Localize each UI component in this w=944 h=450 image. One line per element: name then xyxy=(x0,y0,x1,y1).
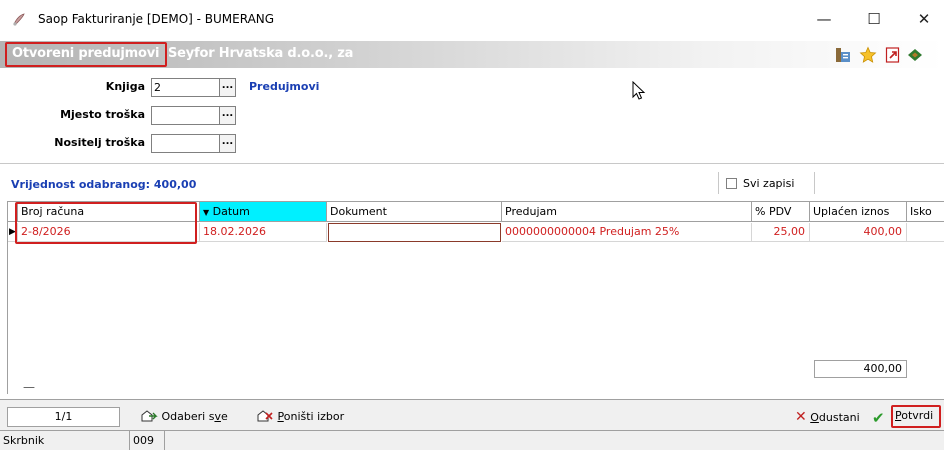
cell-dokument-editor[interactable] xyxy=(328,223,501,242)
clear-selection-icon xyxy=(257,410,273,422)
grid-footer-dash: — xyxy=(23,380,35,394)
close-button[interactable]: ✕ xyxy=(904,6,944,34)
mjesto-input[interactable] xyxy=(151,106,219,125)
knjiga-label: Knjiga xyxy=(105,80,145,93)
cell-isko[interactable] xyxy=(907,223,944,242)
total-uplacen-iznos: 400,00 xyxy=(814,360,907,378)
nositelj-picker-button[interactable]: ... xyxy=(219,134,236,153)
cancel-x-icon: ✕ xyxy=(795,409,807,425)
clear-selection-button[interactable]: Poništi izbor xyxy=(256,409,344,423)
select-all-label: Odaberi sve xyxy=(161,410,228,423)
confirm-check-icon: ✔ xyxy=(872,409,885,427)
minimize-button[interactable]: — xyxy=(804,6,844,34)
divider xyxy=(0,163,944,164)
broj-racuna-highlight xyxy=(15,202,197,244)
star-icon[interactable] xyxy=(859,46,877,64)
status-code: 009 xyxy=(130,431,165,450)
svi-zapisi-checkbox[interactable] xyxy=(726,178,737,189)
cancel-button[interactable]: ✕ Odustani xyxy=(795,409,860,425)
cell-predujam[interactable]: 0000000000004 Predujam 25% xyxy=(502,223,752,242)
mjesto-label: Mjesto troška xyxy=(60,108,145,121)
cell-pdv[interactable]: 25,00 xyxy=(752,223,810,242)
maximize-button[interactable]: ☐ xyxy=(854,6,894,34)
svi-zapisi-label[interactable]: Svi zapisi xyxy=(743,177,794,190)
selected-value-label: Vrijednost odabranog: 400,00 xyxy=(11,178,197,191)
page-title: Otvoreni predujmovi xyxy=(12,46,160,61)
knjiga-name: Predujmovi xyxy=(249,80,320,93)
window-title: Saop Fakturiranje [DEMO] - BUMERANG xyxy=(38,12,275,26)
cell-uplacen-iznos[interactable]: 400,00 xyxy=(810,223,907,242)
hat-icon[interactable] xyxy=(906,46,924,64)
confirm-label: Potvrdi xyxy=(895,409,934,422)
column-header-dokument[interactable]: Dokument xyxy=(327,202,502,222)
column-header-predujam[interactable]: Predujam xyxy=(502,202,752,222)
column-header-isko[interactable]: Isko xyxy=(907,202,944,222)
nositelj-label: Nositelj troška xyxy=(54,136,145,149)
app-icon xyxy=(13,13,25,26)
mjesto-picker-button[interactable]: ... xyxy=(219,106,236,125)
knjiga-picker-button[interactable]: ... xyxy=(219,78,236,97)
company-name: Seyfor Hrvatska d.o.o., za xyxy=(168,46,354,61)
nositelj-input[interactable] xyxy=(151,134,219,153)
record-pager: 1/1 xyxy=(7,407,120,427)
column-header-pdv[interactable]: % PDV xyxy=(752,202,810,222)
column-header-datum-label: Datum xyxy=(212,205,250,218)
knjiga-input[interactable]: 2 xyxy=(151,78,219,97)
column-header-datum[interactable]: ▼ Datum xyxy=(200,202,327,222)
sort-desc-icon: ▼ xyxy=(203,208,210,217)
divider xyxy=(718,172,719,194)
divider xyxy=(814,172,815,194)
cancel-label: Odustani xyxy=(810,411,860,424)
document-tree-icon[interactable] xyxy=(834,46,852,64)
divider xyxy=(0,399,944,400)
confirm-button[interactable]: Potvrdi xyxy=(895,409,933,422)
clear-selection-label: Poništi izbor xyxy=(277,410,345,423)
mouse-cursor-icon xyxy=(632,81,646,100)
select-all-button[interactable]: Odaberi sve xyxy=(140,409,228,423)
select-all-icon xyxy=(141,410,158,422)
status-user: Skrbnik xyxy=(0,431,130,450)
column-header-uplacen-iznos[interactable]: Uplaćen iznos xyxy=(810,202,907,222)
cell-datum[interactable]: 18.02.2026 xyxy=(200,223,327,242)
export-icon[interactable] xyxy=(884,46,902,64)
